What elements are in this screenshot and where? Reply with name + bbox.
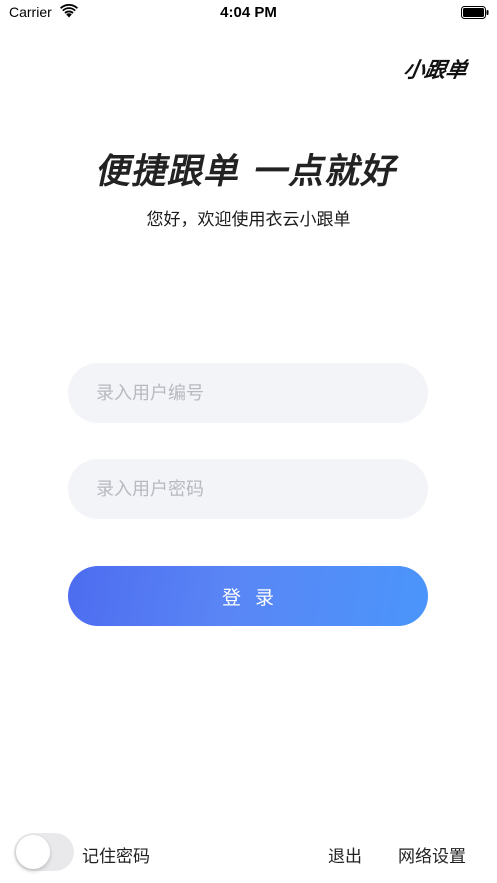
password-input[interactable]	[68, 459, 428, 519]
network-settings-button[interactable]: 网络设置	[398, 842, 466, 867]
footer-bar: 记住密码 退出 网络设置	[0, 830, 497, 874]
status-time: 4:04 PM	[220, 4, 277, 21]
login-button[interactable]: 登录	[68, 566, 428, 626]
remember-password-toggle[interactable]	[14, 833, 74, 871]
brand-logo: 小跟单	[401, 58, 469, 82]
username-input[interactable]	[68, 363, 428, 423]
battery-icon	[461, 6, 489, 19]
slogan-heading: 便捷跟单 一点就好	[92, 152, 403, 192]
remember-password-label: 记住密码	[82, 847, 150, 867]
welcome-text: 您好，欢迎使用衣云小跟单	[146, 210, 351, 230]
status-bar: Carrier 4:04 PM	[0, 0, 497, 26]
toggle-knob	[16, 835, 50, 869]
logout-button[interactable]: 退出	[328, 842, 362, 867]
